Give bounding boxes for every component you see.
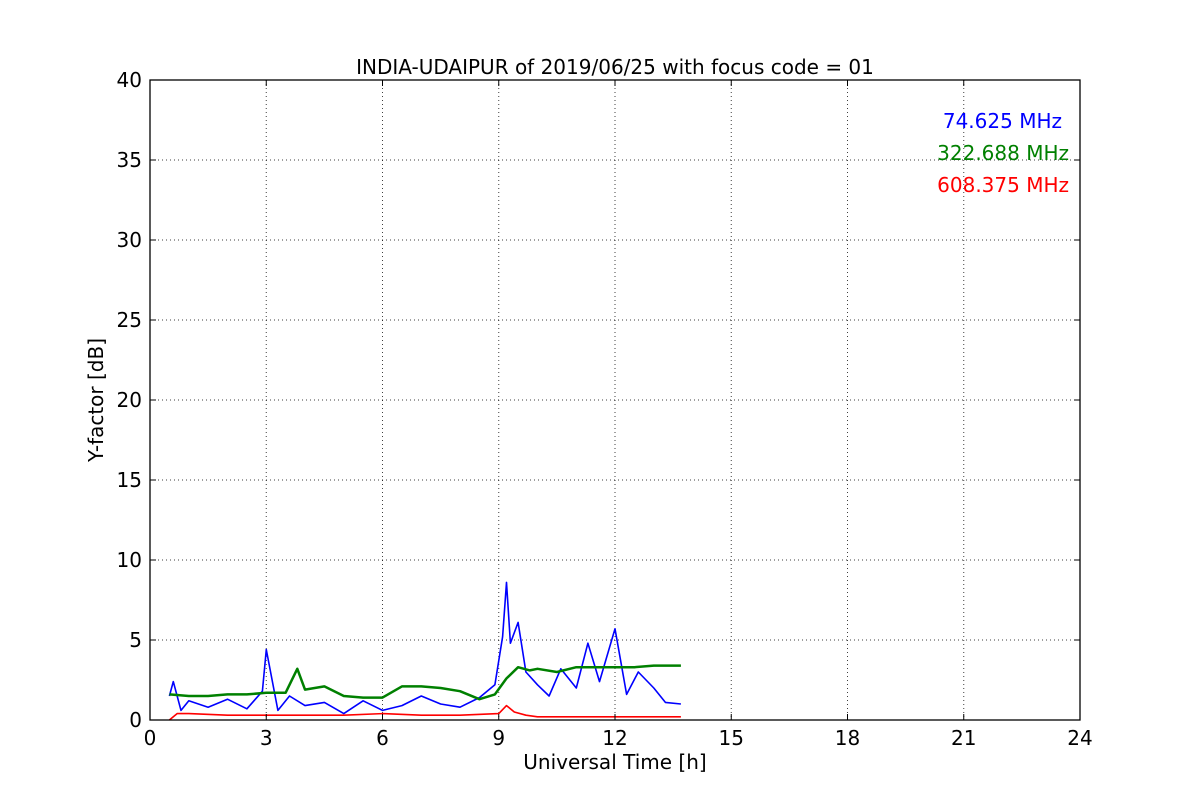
x-tick-label: 15 — [719, 726, 744, 750]
x-tick-label: 3 — [260, 726, 273, 750]
x-axis-label: Universal Time [h] — [523, 750, 706, 774]
legend-entry-3: 608.375 MHz — [937, 173, 1069, 197]
y-tick-label: 25 — [117, 308, 142, 332]
x-tick-label: 6 — [376, 726, 389, 750]
legend-entry-1: 74.625 MHz — [943, 109, 1062, 133]
y-tick-label: 35 — [117, 148, 142, 172]
chart-title: INDIA-UDAIPUR of 2019/06/25 with focus c… — [356, 55, 874, 79]
x-tick-label: 21 — [951, 726, 976, 750]
chart: INDIA-UDAIPUR of 2019/06/25 with focus c… — [0, 0, 1200, 800]
x-tick-label: 9 — [492, 726, 505, 750]
legend-entry-2: 322.688 MHz — [937, 141, 1069, 165]
legend: 74.625 MHz 322.688 MHz 608.375 MHz — [937, 109, 1069, 197]
x-tick-label: 24 — [1067, 726, 1092, 750]
y-tick-label: 0 — [129, 708, 142, 732]
y-tick-label: 40 — [117, 68, 142, 92]
y-tick-label: 20 — [117, 388, 142, 412]
y-tick-label: 15 — [117, 468, 142, 492]
y-tick-label: 10 — [117, 548, 142, 572]
x-tick-label: 18 — [835, 726, 860, 750]
x-tick-label: 0 — [144, 726, 157, 750]
x-tick-label: 12 — [602, 726, 627, 750]
y-tick-label: 5 — [129, 628, 142, 652]
y-tick-label: 30 — [117, 228, 142, 252]
y-axis-label: Y-factor [dB] — [84, 338, 108, 463]
